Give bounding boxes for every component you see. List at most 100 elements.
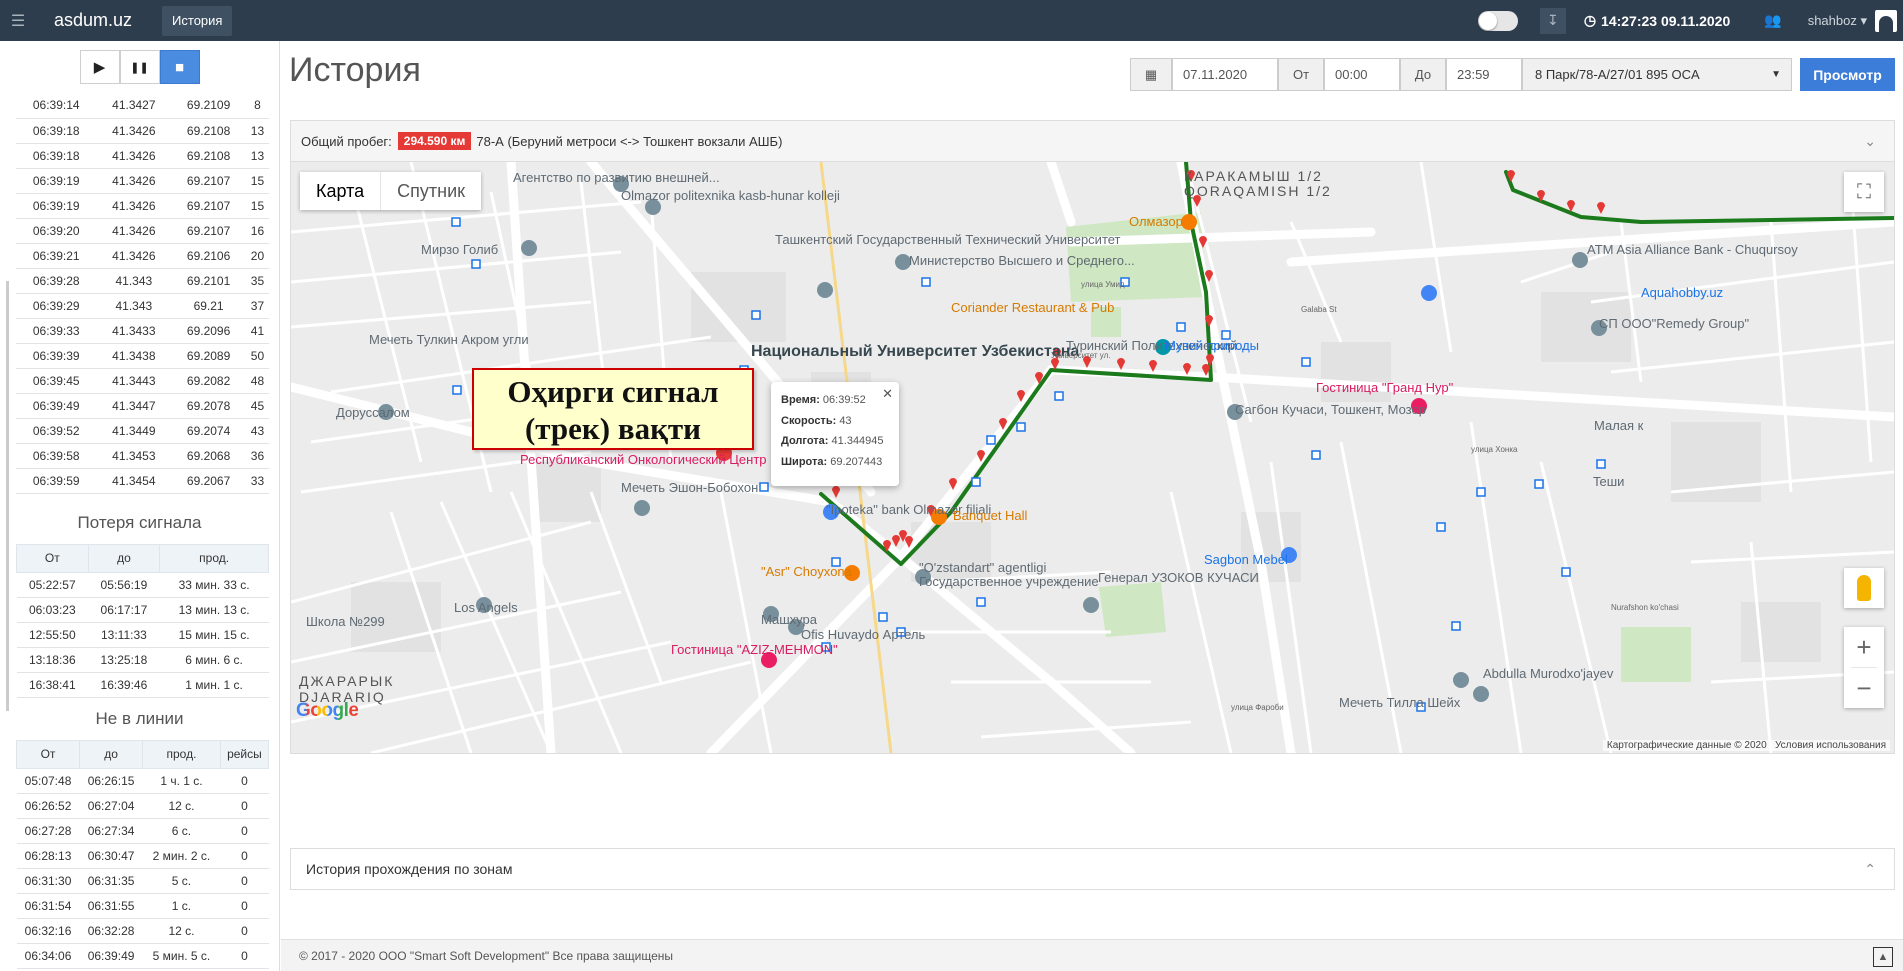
- track-row[interactable]: 06:39:52 41.3449 69.2074 43: [16, 418, 269, 444]
- play-button[interactable]: ▶: [79, 50, 120, 84]
- download-icon[interactable]: ↧: [1539, 7, 1566, 34]
- user-menu[interactable]: shahboz ▾: [1808, 13, 1867, 29]
- track-row[interactable]: 06:39:18 41.3426 69.2108 13: [16, 143, 269, 169]
- track-row[interactable]: 06:39:33 41.3433 69.2096 41: [16, 318, 269, 344]
- menu-icon[interactable]: ☰: [0, 0, 36, 41]
- offline-row[interactable]: 06:31:54 06:31:55 1 с. 0: [16, 893, 269, 919]
- poi-marker[interactable]: [1473, 686, 1489, 702]
- track-row[interactable]: 06:39:49 41.3447 69.2078 45: [16, 393, 269, 419]
- offline-row[interactable]: 05:07:48 06:26:15 1 ч. 1 с. 0: [16, 768, 269, 794]
- signal-loss-row[interactable]: 06:03:23 06:17:17 13 мин. 13 с.: [16, 597, 269, 623]
- offline-row[interactable]: 06:28:13 06:30:47 2 мин. 2 с. 0: [16, 843, 269, 869]
- avatar[interactable]: [1875, 9, 1897, 32]
- offline-row[interactable]: 06:34:06 06:39:49 5 мин. 5 с. 0: [16, 943, 269, 969]
- poi-marker[interactable]: [1572, 252, 1588, 268]
- track-row[interactable]: 06:39:14 41.3427 69.2109 8: [16, 93, 269, 119]
- from-time-input[interactable]: 00:00: [1324, 58, 1400, 91]
- bus-stop-icon[interactable]: [1301, 357, 1311, 367]
- signal-loss-row[interactable]: 05:22:57 05:56:19 33 мин. 33 с.: [16, 572, 269, 598]
- calendar-icon[interactable]: ▦: [1130, 58, 1172, 91]
- table-cell: 41.343: [96, 268, 172, 294]
- signal-loss-row[interactable]: 16:38:41 16:39:46 1 мин. 1 с.: [16, 672, 269, 698]
- sidebar-scrollbar[interactable]: [6, 281, 9, 711]
- track-row[interactable]: 06:39:29 41.343 69.21 37: [16, 293, 269, 319]
- track-row[interactable]: 06:39:19 41.3426 69.2107 15: [16, 168, 269, 194]
- signal-loss-row[interactable]: 13:18:36 13:25:18 6 мин. 6 с.: [16, 647, 269, 673]
- bus-stop-icon[interactable]: [1476, 487, 1486, 497]
- poi-marker[interactable]: [1181, 214, 1197, 230]
- stop-button[interactable]: ■: [159, 50, 200, 84]
- track-row[interactable]: 06:39:20 41.3426 69.2107 16: [16, 218, 269, 244]
- theme-toggle[interactable]: [1477, 10, 1518, 31]
- bus-stop-icon[interactable]: [759, 482, 769, 492]
- chevron-down-icon[interactable]: ⌄: [1864, 133, 1876, 150]
- zones-panel[interactable]: История прохождения по зонам ⌃: [290, 848, 1895, 890]
- bus-stop-icon[interactable]: [986, 435, 996, 445]
- fullscreen-icon[interactable]: ⛶: [1844, 172, 1884, 212]
- track-row[interactable]: 06:39:19 41.3426 69.2107 15: [16, 193, 269, 219]
- to-time-input[interactable]: 23:59: [1446, 58, 1522, 91]
- table-cell: 6 с.: [142, 818, 221, 844]
- signal-loss-row[interactable]: 12:55:50 13:11:33 15 мин. 15 с.: [16, 622, 269, 648]
- table-cell: 69.2109: [171, 93, 246, 119]
- track-row[interactable]: 06:39:59 41.3454 69.2067 33: [16, 468, 269, 494]
- brand-logo[interactable]: asdum.uz: [54, 10, 132, 31]
- offline-row[interactable]: 06:31:30 06:31:35 5 с. 0: [16, 868, 269, 894]
- poi-marker[interactable]: [817, 282, 833, 298]
- map-canvas[interactable]: Агентство по развитию внешней... Olmazor …: [291, 162, 1894, 753]
- bus-stop-icon[interactable]: [971, 477, 981, 487]
- poi-marker[interactable]: [634, 500, 650, 516]
- track-row[interactable]: 06:39:28 41.343 69.2101 35: [16, 268, 269, 294]
- track-row[interactable]: 06:39:39 41.3438 69.2089 50: [16, 343, 269, 369]
- bus-stop-icon[interactable]: [1016, 422, 1026, 432]
- bus-stop-icon[interactable]: [451, 217, 461, 227]
- vehicle-select[interactable]: 8 Парк/78-А/27/01 895 OCA ▼: [1522, 58, 1792, 91]
- chevron-up-icon[interactable]: ⌃: [1864, 861, 1876, 878]
- bus-stop-icon[interactable]: [1561, 567, 1571, 577]
- bus-stop-icon[interactable]: [1451, 621, 1461, 631]
- bus-stop-icon[interactable]: [1436, 522, 1446, 532]
- track-row[interactable]: 06:39:58 41.3453 69.2068 36: [16, 443, 269, 469]
- scroll-top-icon[interactable]: ▲: [1873, 947, 1893, 967]
- bus-stop-icon[interactable]: [1176, 322, 1186, 332]
- poi-marker[interactable]: [1083, 597, 1099, 613]
- bus-stop-icon[interactable]: [878, 612, 888, 622]
- offline-row[interactable]: 06:26:52 06:27:04 12 с. 0: [16, 793, 269, 819]
- map[interactable]: Агентство по развитию внешней... Olmazor …: [291, 162, 1894, 753]
- bus-stop-icon[interactable]: [452, 385, 462, 395]
- users-icon[interactable]: 👥: [1764, 12, 1781, 29]
- bus-stop-icon[interactable]: [471, 259, 481, 269]
- bus-stop-icon[interactable]: [921, 277, 931, 287]
- track-row[interactable]: 06:39:45 41.3443 69.2082 48: [16, 368, 269, 394]
- view-button[interactable]: Просмотр: [1800, 58, 1895, 91]
- satellite-tab[interactable]: Спутник: [380, 172, 481, 210]
- nav-history[interactable]: История: [162, 5, 233, 36]
- map-tab[interactable]: Карта: [300, 172, 380, 210]
- pegman-icon[interactable]: [1844, 568, 1884, 608]
- poi-marker[interactable]: [521, 240, 537, 256]
- username: shahboz: [1807, 12, 1857, 28]
- track-row[interactable]: 06:39:21 41.3426 69.2106 20: [16, 243, 269, 269]
- bus-stop-icon[interactable]: [751, 310, 761, 320]
- offline-row[interactable]: 06:27:28 06:27:34 6 с. 0: [16, 818, 269, 844]
- poi-marker[interactable]: [1453, 672, 1469, 688]
- track-row[interactable]: 06:39:18 41.3426 69.2108 13: [16, 118, 269, 144]
- bus-stop-icon[interactable]: [1534, 479, 1544, 489]
- map-label: Генерал УЗОКОВ КУЧАСИ: [1098, 570, 1259, 585]
- column-header: рейсы: [219, 739, 270, 769]
- terms-link[interactable]: Условия использования: [1775, 740, 1886, 751]
- zoom-in-icon[interactable]: +: [1856, 627, 1871, 667]
- zoom-out-icon[interactable]: −: [1856, 668, 1871, 708]
- bus-stop-icon[interactable]: [1311, 450, 1321, 460]
- date-input[interactable]: 07.11.2020: [1172, 58, 1278, 91]
- pause-button[interactable]: ❚❚: [119, 50, 160, 84]
- bus-stop-icon[interactable]: [1054, 391, 1064, 401]
- bus-stop-icon[interactable]: [1596, 459, 1606, 469]
- close-icon[interactable]: ✕: [882, 384, 893, 405]
- poi-marker[interactable]: [1421, 285, 1437, 301]
- offline-row[interactable]: 06:32:16 06:32:28 12 с. 0: [16, 918, 269, 944]
- bus-stop-icon[interactable]: [976, 597, 986, 607]
- map-label: Teши: [1593, 474, 1624, 489]
- table-cell: 69.2082: [171, 368, 246, 394]
- table-cell: 06:39:58: [16, 443, 97, 469]
